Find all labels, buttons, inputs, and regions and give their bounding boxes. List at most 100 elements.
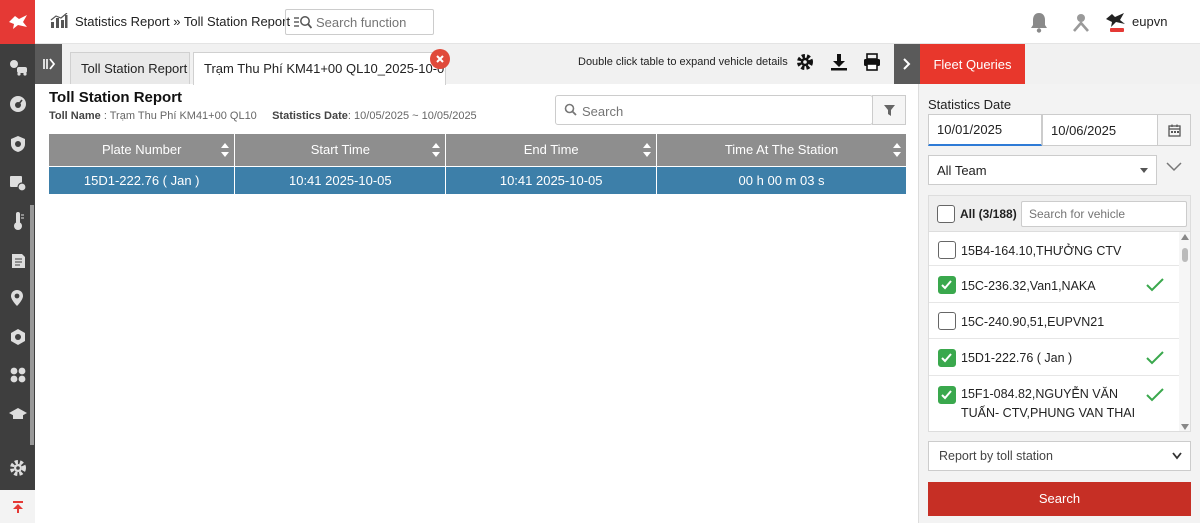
- breadcrumb[interactable]: Statistics Report » Toll Station Report: [75, 14, 290, 29]
- column-header-label: Time At The Station: [724, 142, 839, 158]
- vehicle-name: 15C-236.32,Van1,NAKA: [961, 279, 1096, 293]
- vehicle-name: 15D1-222.76 ( Jan ): [961, 351, 1073, 365]
- vehicle-checkbox-checked[interactable]: [938, 276, 956, 294]
- selected-check-icon: [1146, 388, 1164, 402]
- chevron-down-icon: [1172, 452, 1182, 460]
- expand-hint: Double click table to expand vehicle det…: [578, 56, 788, 68]
- scroll-down-icon: [1181, 424, 1189, 430]
- nav-reports[interactable]: [0, 168, 35, 198]
- search-menu-icon: [294, 16, 312, 29]
- bell-icon[interactable]: [1029, 11, 1049, 33]
- search-icon: [564, 103, 577, 116]
- vehicle-list: All (3/188) 15B4-164.10,THƯỞNG CTV 15C-2…: [928, 195, 1191, 432]
- vehicle-search-input[interactable]: [1021, 201, 1187, 227]
- column-header-time-at-station[interactable]: Time At The Station: [656, 134, 907, 166]
- column-header-plate[interactable]: Plate Number: [49, 134, 236, 166]
- toggle-right-panel-button[interactable]: [894, 44, 920, 84]
- report-title: Toll Station Report: [49, 89, 183, 106]
- table-search[interactable]: [555, 95, 873, 125]
- tab-toll-station-report[interactable]: Toll Station Report: [70, 52, 190, 84]
- gear-icon[interactable]: [796, 53, 814, 71]
- tab-toll-station-detail[interactable]: Trạm Thu Phí KM41+00 QL10_2025-10-05: [193, 52, 446, 85]
- left-scrollbar[interactable]: [30, 205, 34, 445]
- user-network-icon[interactable]: [1071, 12, 1091, 32]
- brand-logo[interactable]: [0, 0, 35, 44]
- select-all-checkbox[interactable]: [937, 205, 955, 223]
- toll-report-table: Plate Number Start Time End Time Time At…: [49, 134, 907, 194]
- date-from-input[interactable]: [928, 114, 1042, 146]
- tab-fleet-queries[interactable]: Fleet Queries: [920, 44, 1025, 84]
- vehicle-list-scrollbar[interactable]: [1179, 232, 1190, 431]
- column-header-label: Start Time: [310, 142, 370, 158]
- document-icon: [11, 254, 25, 268]
- sort-icon: [643, 143, 652, 157]
- report-type-select[interactable]: Report by toll station: [928, 441, 1191, 471]
- team-select-value: All Team: [937, 163, 987, 178]
- shield-icon: [10, 136, 25, 152]
- list-item[interactable]: 15C-240.90,51,EUPVN21: [929, 303, 1179, 339]
- column-header-end-time[interactable]: End Time: [445, 134, 658, 166]
- sort-icon: [221, 143, 230, 157]
- column-header-label: End Time: [523, 142, 579, 158]
- scroll-up-icon: [1181, 234, 1189, 240]
- vehicle-checkbox-checked[interactable]: [938, 386, 956, 404]
- calendar-button[interactable]: [1157, 114, 1191, 146]
- vehicle-name: 15F1-084.82,NGUYỄN VĂN TUẤN- CTV,PHUNG V…: [961, 387, 1136, 420]
- gauge-icon: [9, 96, 26, 112]
- list-item[interactable]: 15B4-164.10,THƯỞNG CTV: [929, 232, 1179, 266]
- nav-settings[interactable]: [0, 453, 35, 483]
- report-type-value: Report by toll station: [939, 449, 1053, 463]
- column-header-label: Plate Number: [101, 142, 182, 158]
- chevron-right-icon: [903, 58, 911, 70]
- filter-button[interactable]: [872, 95, 906, 125]
- column-header-start-time[interactable]: Start Time: [234, 134, 447, 166]
- collapse-arrow-icon: [42, 58, 55, 70]
- scroll-to-top-button[interactable]: [0, 490, 35, 523]
- nav-vehicle-tracking[interactable]: [0, 52, 35, 82]
- function-search[interactable]: [285, 9, 434, 35]
- search-button[interactable]: Search: [928, 482, 1191, 516]
- nav-dashboard[interactable]: [0, 89, 35, 119]
- arrow-to-top-icon: [12, 500, 23, 513]
- thermometer-icon: [13, 212, 24, 230]
- stat-date-label: Statistics Date: [272, 110, 348, 122]
- toll-name-value: Trạm Thu Phí KM41+00 QL10: [109, 110, 257, 122]
- report-meta: Toll Name : Trạm Thu Phí KM41+00 QL10 St…: [49, 110, 477, 122]
- printer-icon[interactable]: [863, 53, 881, 71]
- list-item[interactable]: 15D1-222.76 ( Jan ): [929, 339, 1179, 376]
- vehicle-name: 15B4-164.10,THƯỞNG CTV: [961, 244, 1122, 258]
- vehicle-checkbox[interactable]: [938, 312, 956, 330]
- car-tracking-icon: [9, 60, 27, 76]
- list-item[interactable]: 15F1-084.82,NGUYỄN VĂN TUẤN- CTV,PHUNG V…: [929, 376, 1179, 431]
- download-icon[interactable]: [830, 53, 848, 71]
- hexagon-nut-icon: [10, 329, 25, 345]
- grid-flower-icon: [10, 367, 25, 383]
- username[interactable]: eupvn: [1132, 14, 1167, 29]
- table-row[interactable]: 15D1-222.76 ( Jan ) 10:41 2025-10-05 10:…: [49, 165, 907, 194]
- table-cell: 10:41 2025-10-05: [234, 165, 447, 194]
- table-search-input[interactable]: [582, 102, 862, 120]
- vehicle-checkbox-checked[interactable]: [938, 349, 956, 367]
- scroll-thumb[interactable]: [1182, 248, 1188, 262]
- close-icon: [436, 55, 444, 63]
- date-to-input[interactable]: [1042, 114, 1158, 146]
- toll-name-label: Toll Name: [49, 110, 101, 122]
- selected-check-icon: [1146, 278, 1164, 292]
- brand-avatar-icon: [1106, 13, 1125, 32]
- graduation-cap-icon: [8, 408, 27, 419]
- chevron-down-icon[interactable]: [1166, 162, 1182, 172]
- list-item[interactable]: 15C-236.32,Van1,NAKA: [929, 266, 1179, 303]
- collapse-sidebar-button[interactable]: [35, 44, 62, 84]
- nav-security[interactable]: [0, 129, 35, 159]
- team-select[interactable]: All Team: [928, 155, 1157, 185]
- function-search-input[interactable]: [316, 13, 428, 31]
- table-cell: 00 h 00 m 03 s: [656, 165, 907, 194]
- table-cell: 15D1-222.76 ( Jan ): [49, 165, 236, 194]
- statistics-date-label: Statistics Date: [928, 97, 1012, 112]
- close-tab-button[interactable]: [430, 49, 450, 69]
- table-cell: 10:41 2025-10-05: [445, 165, 658, 194]
- vehicle-checkbox[interactable]: [938, 241, 956, 259]
- gear-icon: [9, 460, 26, 476]
- caret-down-icon: [1140, 168, 1148, 173]
- selected-check-icon: [1146, 351, 1164, 365]
